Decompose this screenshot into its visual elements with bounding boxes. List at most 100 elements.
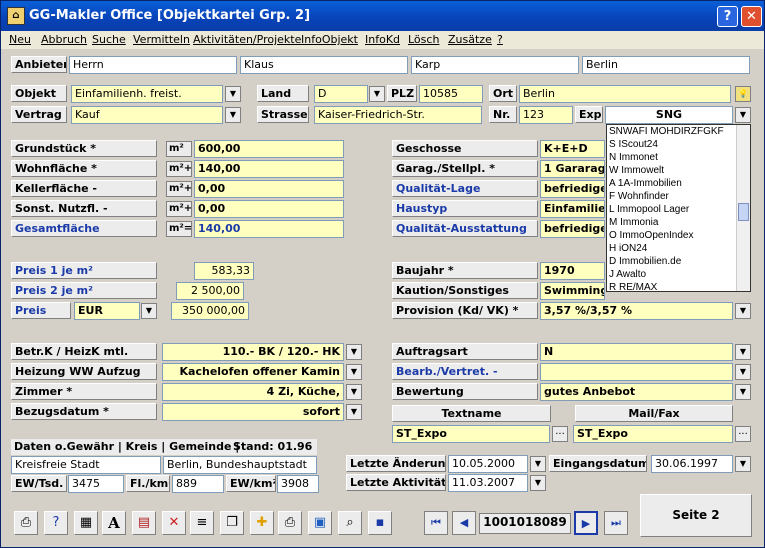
lightbulb-icon[interactable]: 💡 bbox=[735, 86, 751, 102]
anrede-field[interactable]: Herrn bbox=[69, 56, 237, 74]
kaution-field[interactable]: Swimmingp bbox=[540, 282, 605, 300]
list-item[interactable]: A 1A-Immobilien bbox=[607, 177, 750, 190]
list-item[interactable]: J Awalto bbox=[607, 268, 750, 281]
eingang-field[interactable]: 30.06.1997 bbox=[651, 455, 733, 473]
kellerflaeche-field[interactable]: 0,00 bbox=[194, 180, 344, 198]
menu-infoobjekt[interactable]: InfoObjekt bbox=[301, 33, 358, 46]
vertrag-dropdown-icon[interactable]: ▼ bbox=[225, 107, 241, 123]
qualitaet-lage-field[interactable]: befriediger bbox=[540, 180, 605, 198]
geschosse-field[interactable]: K+E+D bbox=[540, 140, 605, 158]
bearbeiter-field[interactable] bbox=[540, 363, 733, 381]
menu-abbruch[interactable]: Abbruch bbox=[41, 33, 87, 46]
waehrung-field[interactable]: EUR bbox=[74, 302, 140, 320]
bezugsdatum-dropdown-icon[interactable]: ▼ bbox=[346, 404, 362, 420]
betriebskosten-field[interactable]: 110.- BK / 120.- HK bbox=[162, 343, 344, 361]
mailfax-browse-button[interactable]: ... bbox=[735, 426, 751, 442]
heizung-dropdown-icon[interactable]: ▼ bbox=[346, 364, 362, 380]
list-item[interactable]: M Immonia bbox=[607, 216, 750, 229]
grid-icon[interactable]: ▤ bbox=[132, 511, 156, 535]
menu-neu[interactable]: Neu bbox=[9, 33, 31, 46]
objekt-dropdown-icon[interactable]: ▼ bbox=[225, 86, 241, 102]
menu-vermitteln[interactable]: Vermitteln bbox=[133, 33, 190, 46]
next-record-icon[interactable]: ▶ bbox=[574, 511, 598, 535]
strasse-field[interactable]: Kaiser-Friedrich-Str. bbox=[314, 106, 482, 124]
list-item[interactable]: O ImmoOpenIndex bbox=[607, 229, 750, 242]
bewertung-dropdown-icon[interactable]: ▼ bbox=[735, 384, 751, 400]
search-icon[interactable]: ⌕ bbox=[338, 511, 362, 535]
preis-field[interactable]: 350 000,00 bbox=[171, 302, 249, 320]
help-button[interactable]: ? bbox=[717, 6, 738, 27]
auftragsart-field[interactable]: N bbox=[540, 343, 733, 361]
name-field[interactable]: Karp bbox=[411, 56, 579, 74]
nutzflaeche-field[interactable]: 0,00 bbox=[194, 200, 344, 218]
print-list-icon[interactable]: ⎙ bbox=[14, 511, 38, 535]
land-dropdown-icon[interactable]: ▼ bbox=[369, 86, 385, 102]
provision-dropdown-icon[interactable]: ▼ bbox=[735, 303, 751, 319]
last-record-icon[interactable]: ⏭ bbox=[604, 511, 628, 535]
calculator-icon[interactable]: ▦ bbox=[74, 511, 98, 535]
exp-dropdown-icon[interactable]: ▼ bbox=[735, 107, 751, 123]
auftragsart-dropdown-icon[interactable]: ▼ bbox=[735, 344, 751, 360]
list-item[interactable]: F Wohnfinder bbox=[607, 190, 750, 203]
zimmer-dropdown-icon[interactable]: ▼ bbox=[346, 384, 362, 400]
menu-help[interactable]: ? bbox=[497, 33, 503, 46]
copy-icon[interactable]: ❐ bbox=[220, 511, 244, 535]
list-item[interactable]: H iON24 bbox=[607, 242, 750, 255]
ort-field[interactable]: Berlin bbox=[519, 85, 731, 103]
land-field[interactable]: D bbox=[314, 85, 368, 103]
qualitaet-ausstattung-field[interactable]: befriediger bbox=[540, 220, 605, 238]
preis2-field[interactable]: 2 500,00 bbox=[176, 282, 244, 300]
zimmer-field[interactable]: 4 Zi, Küche, bbox=[162, 383, 344, 401]
font-icon[interactable]: A bbox=[102, 511, 126, 535]
list-item[interactable]: R RE/MAX bbox=[607, 281, 750, 291]
menu-infokd[interactable]: InfoKd bbox=[365, 33, 400, 46]
list-item[interactable]: S IScout24 bbox=[607, 138, 750, 151]
betriebskosten-dropdown-icon[interactable]: ▼ bbox=[346, 344, 362, 360]
scrollbar-thumb[interactable] bbox=[738, 203, 749, 221]
delete-icon[interactable]: ✕ bbox=[162, 511, 186, 535]
bezugsdatum-field[interactable]: sofort bbox=[162, 403, 344, 421]
menu-loesch[interactable]: Lösch bbox=[408, 33, 439, 46]
exp-field[interactable]: SNG bbox=[605, 106, 733, 124]
baujahr-field[interactable]: 1970 bbox=[540, 262, 605, 280]
aenderung-dropdown-icon[interactable]: ▼ bbox=[530, 456, 546, 472]
add-icon[interactable]: ✚ bbox=[250, 511, 274, 535]
vertrag-field[interactable]: Kauf bbox=[71, 106, 223, 124]
list-item[interactable]: W Immowelt bbox=[607, 164, 750, 177]
waehrung-dropdown-icon[interactable]: ▼ bbox=[141, 303, 157, 319]
textname-browse-button[interactable]: ... bbox=[552, 426, 568, 442]
list-item[interactable]: D Immobilien.de bbox=[607, 255, 750, 268]
aktivitaet-dropdown-icon[interactable]: ▼ bbox=[530, 475, 546, 491]
first-record-icon[interactable]: ⏮ bbox=[424, 511, 448, 535]
list-scrollbar[interactable] bbox=[736, 125, 750, 291]
mailfax-field[interactable]: ST_Expo bbox=[573, 425, 733, 443]
anbieter-ort-field[interactable]: Berlin bbox=[582, 56, 750, 74]
nr-field[interactable]: 123 bbox=[519, 106, 573, 124]
plz-field[interactable]: 10585 bbox=[419, 85, 483, 103]
list-item[interactable]: L Immopool Lager bbox=[607, 203, 750, 216]
prev-record-icon[interactable]: ◀ bbox=[452, 511, 476, 535]
bewertung-field[interactable]: gutes Anbebot bbox=[540, 383, 733, 401]
menu-zusaetze[interactable]: Zusätze bbox=[448, 33, 492, 46]
list-item[interactable]: N Immonet bbox=[607, 151, 750, 164]
eingang-dropdown-icon[interactable]: ▼ bbox=[735, 456, 751, 472]
grundstueck-field[interactable]: 600,00 bbox=[194, 140, 344, 158]
printer-icon[interactable]: ⎙ bbox=[278, 511, 302, 535]
menu-aktivitaeten[interactable]: Aktivitäten/Projekte bbox=[193, 33, 301, 46]
objekt-field[interactable]: Einfamilienh. freist. bbox=[71, 85, 223, 103]
seite-2-button[interactable]: Seite 2 bbox=[640, 494, 752, 537]
list-icon[interactable]: ≡ bbox=[190, 511, 214, 535]
heizung-field[interactable]: Kachelofen offener Kamin bbox=[162, 363, 344, 381]
preis1-field[interactable]: 583,33 bbox=[194, 262, 254, 280]
garage-field[interactable]: 1 Gararage bbox=[540, 160, 605, 178]
textname-field[interactable]: ST_Expo bbox=[392, 425, 550, 443]
vorname-field[interactable]: Klaus bbox=[240, 56, 408, 74]
save-icon[interactable]: ▪ bbox=[368, 511, 392, 535]
help-icon[interactable]: ? bbox=[44, 511, 68, 535]
close-button[interactable]: ✕ bbox=[741, 6, 762, 27]
image-icon[interactable]: ▣ bbox=[308, 511, 332, 535]
list-item[interactable]: SNWAFI MOHDIRZFGKF bbox=[607, 125, 750, 138]
exp-dropdown-list[interactable]: SNWAFI MOHDIRZFGKF S IScout24 N Immonet … bbox=[606, 124, 751, 292]
bearbeiter-dropdown-icon[interactable]: ▼ bbox=[735, 364, 751, 380]
provision-field[interactable]: 3,57 %/3,57 % bbox=[540, 302, 733, 320]
